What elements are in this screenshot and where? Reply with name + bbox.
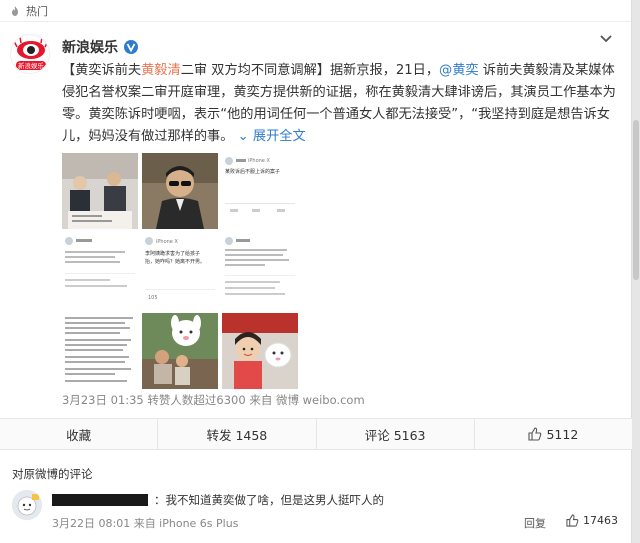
screenshot-post-1[interactable] bbox=[62, 233, 138, 309]
comment-section-heading: 对原微博的评论 bbox=[12, 467, 93, 481]
expand-label: 展开全文 bbox=[252, 129, 306, 144]
comment-body: ：我不知道黄奕做了啥，但是这男人挺吓人的 bbox=[52, 492, 384, 508]
author-avatar[interactable]: 新浪娱乐 bbox=[10, 34, 50, 74]
hot-label: 热门 bbox=[26, 4, 48, 18]
reply-button[interactable]: 回复 bbox=[524, 515, 546, 531]
image-grid: iPhone X 某败诉后不服上诉的案子 iPhone X 李阿姨跪求害为了给孩… bbox=[62, 153, 298, 389]
screenshot-comment[interactable]: iPhone X 李阿姨跪求害为了给孩子 抬，她咋吗？她离不开男。 105 bbox=[142, 233, 218, 309]
post-meta: 3月23日 01:35 转赞人数超过6300 来自 微博 weibo.com bbox=[62, 393, 365, 407]
like-count: 5112 bbox=[546, 426, 579, 442]
thumbs-up-icon bbox=[528, 427, 542, 441]
expand-arrow-icon: ⌄ bbox=[237, 129, 249, 144]
text-seg-1: 【黄奕诉前夫 bbox=[62, 63, 142, 78]
screenshot-post-2[interactable] bbox=[222, 233, 298, 309]
weibo-card: 热门 新浪娱乐 新浪娱乐 【黄奕诉前夫黄毅清二审 双方均不同意调解】据新京报，2… bbox=[0, 0, 632, 543]
favorite-label: 收藏 bbox=[66, 427, 92, 443]
flame-icon bbox=[12, 5, 18, 16]
thumb-caption: 某败诉后不服上诉的案子 bbox=[225, 168, 280, 175]
like-button[interactable]: 5112 bbox=[475, 419, 632, 449]
action-bar: 收藏 转发 1458 评论 5163 5112 bbox=[0, 418, 632, 450]
scrollbar-track[interactable] bbox=[632, 0, 640, 543]
photo-man-sunglasses[interactable] bbox=[142, 153, 218, 229]
comment-button[interactable]: 评论 5163 bbox=[317, 419, 475, 449]
photo-family-cartoon[interactable] bbox=[142, 313, 218, 389]
mention-link[interactable]: @黄奕 bbox=[439, 63, 479, 78]
comment-text: ：我不知道黄奕做了啥，但是这男人挺吓人的 bbox=[154, 493, 384, 507]
repost-label: 转发 1458 bbox=[206, 427, 268, 443]
photo-child-cartoon[interactable] bbox=[222, 313, 298, 389]
comment-label: 评论 5163 bbox=[364, 427, 426, 443]
redacted-username[interactable] bbox=[52, 494, 148, 506]
verified-v-icon bbox=[124, 40, 138, 54]
thumb-line-2: 抬，她咋吗？她离不开男。 bbox=[145, 258, 205, 265]
screenshot-iphone-x[interactable]: iPhone X 某败诉后不服上诉的案子 bbox=[222, 153, 298, 229]
text-seg-3: 二审 双方均不同意调解】据新京报，21日， bbox=[180, 63, 440, 78]
sina-eye-logo-icon: 新浪娱乐 bbox=[11, 35, 49, 73]
favorite-button[interactable]: 收藏 bbox=[0, 419, 159, 449]
screenshot-document-1[interactable] bbox=[62, 313, 138, 389]
thumb-count: 105 bbox=[148, 295, 158, 301]
avatar-text: 新浪娱乐 bbox=[18, 61, 45, 70]
thumb-line-1: 李阿姨跪求害为了给孩子 bbox=[145, 250, 200, 257]
commenter-avatar[interactable] bbox=[12, 490, 42, 520]
scrollbar-thumb[interactable] bbox=[633, 120, 639, 280]
comment-like-count: 17463 bbox=[583, 514, 618, 527]
author-name[interactable]: 新浪娱乐 bbox=[62, 37, 118, 57]
comment-like-button[interactable]: 17463 bbox=[566, 514, 618, 527]
comment-meta: 3月22日 08:01 来自 iPhone 6s Plus bbox=[52, 517, 239, 530]
thumb-device-2: iPhone X bbox=[156, 239, 178, 245]
highlight-name[interactable]: 黄毅清 bbox=[141, 63, 181, 78]
author-row: 新浪娱乐 bbox=[62, 37, 138, 57]
expand-full-text-link[interactable]: ⌄ 展开全文 bbox=[238, 129, 306, 144]
repost-button[interactable]: 转发 1458 bbox=[158, 419, 317, 449]
post-text: 【黄奕诉前夫黄毅清二审 双方均不同意调解】据新京报，21日，@黄奕 诉前夫黄毅清… bbox=[62, 60, 622, 148]
hot-bar: 热门 bbox=[0, 0, 631, 22]
thumb-device: iPhone X bbox=[248, 158, 270, 164]
thumbs-up-icon bbox=[566, 514, 579, 527]
cartoon-avatar-icon bbox=[12, 490, 42, 520]
chevron-down-icon[interactable] bbox=[599, 34, 613, 44]
photo-courtroom[interactable] bbox=[62, 153, 138, 229]
